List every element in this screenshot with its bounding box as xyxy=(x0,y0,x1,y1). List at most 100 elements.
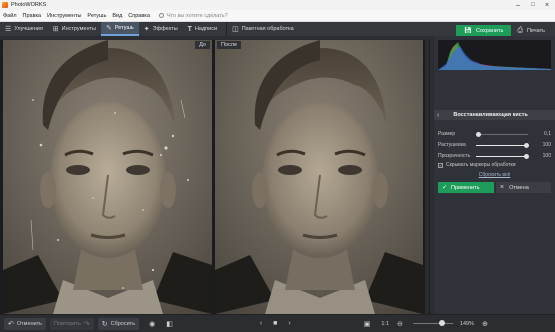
slider-value: 100 xyxy=(542,153,551,159)
tab-enhancements[interactable]: ☰ Улучшения xyxy=(0,22,48,36)
redo-icon: ↷ xyxy=(83,320,90,328)
checkbox-label: Скрывать маркеры обработки xyxy=(446,162,516,168)
slider-fill xyxy=(476,144,528,146)
zoom-1-1-button[interactable]: 1:1 xyxy=(377,318,393,330)
zoom-slider[interactable] xyxy=(412,320,453,326)
zoom-in-button[interactable]: ⊕ xyxy=(478,318,495,330)
app-logo-icon xyxy=(2,2,8,8)
tab-tools[interactable]: ⊞ Инструменты xyxy=(48,22,101,36)
feather-slider-row: Растушевка 100 xyxy=(438,141,551,149)
after-portrait-image xyxy=(215,40,423,314)
tab-label: Надписи xyxy=(194,26,218,32)
fit-screen-icon: ▣ xyxy=(363,320,371,328)
before-label: До xyxy=(195,41,210,49)
reset-icon: ↻ xyxy=(101,320,108,328)
before-photo[interactable]: До xyxy=(3,40,212,314)
batch-icon: ◫ xyxy=(232,26,239,33)
print-label: Печать xyxy=(526,27,545,34)
apply-button[interactable]: ✓ Применить xyxy=(438,182,494,193)
undo-label: Отменить xyxy=(16,320,43,327)
apply-label: Применить xyxy=(451,184,480,191)
window-title: PhotoWORKS xyxy=(11,2,47,8)
chevron-left-icon: ‹ xyxy=(259,320,263,327)
tab-label: Эффекты xyxy=(152,26,178,32)
reset-all-link[interactable]: Сбросить всё xyxy=(434,172,555,178)
checkbox-box[interactable]: ✓ xyxy=(438,162,443,168)
search-placeholder: Что вы хотите сделать? xyxy=(166,12,228,19)
close-icon: × xyxy=(500,184,505,191)
eye-icon: ◉ xyxy=(149,320,156,328)
next-image-button[interactable]: › xyxy=(284,318,297,330)
save-icon: 💾︎ xyxy=(464,28,473,34)
folder-icon: ■ xyxy=(273,320,278,327)
search-icon xyxy=(158,13,164,18)
brush-icon: ✎ xyxy=(105,25,112,32)
title-bar: PhotoWORKS – □ × xyxy=(0,0,555,10)
crop-icon: ⊞ xyxy=(52,26,59,33)
menu-tools[interactable]: Инструменты xyxy=(44,13,84,19)
maximize-icon[interactable]: □ xyxy=(526,0,540,10)
fit-to-screen-button[interactable]: ▣ xyxy=(360,318,378,330)
close-icon[interactable]: × xyxy=(540,0,554,10)
slider-label: Растушевка xyxy=(438,142,466,148)
size-slider[interactable] xyxy=(476,131,528,137)
tab-text[interactable]: T Надписи xyxy=(183,22,222,36)
canvas-scrollbar[interactable] xyxy=(425,40,429,314)
tab-label: Инструменты xyxy=(61,26,96,32)
split-view-icon: ◧ xyxy=(166,320,173,328)
cancel-button[interactable]: × Отмена xyxy=(496,182,551,193)
before-portrait-image xyxy=(3,40,212,314)
tab-label: Улучшения xyxy=(14,26,43,32)
menu-retouch[interactable]: Ретушь xyxy=(84,13,109,19)
zoom-out-button[interactable]: ⊖ xyxy=(393,318,410,330)
slider-knob[interactable] xyxy=(524,142,529,148)
tab-effects[interactable]: ✦ Эффекты xyxy=(139,22,183,36)
redo-button[interactable]: Повторить ↷ xyxy=(50,317,94,330)
canvas-area[interactable]: До После xyxy=(0,40,430,314)
tool-header: ‹ Восстанавливающая кисть xyxy=(434,110,555,120)
zoom-slider-knob[interactable] xyxy=(438,320,445,326)
search-box[interactable]: Что вы хотите сделать? xyxy=(158,12,228,19)
open-folder-button[interactable]: ■ xyxy=(269,318,284,330)
redo-label: Повторить xyxy=(54,320,81,327)
batch-processing-button[interactable]: ◫ Пакетная обработка xyxy=(226,22,299,36)
print-icon: ⎙ xyxy=(517,26,523,34)
zoom-ratio: 1:1 xyxy=(381,320,390,327)
zoom-percent: 149% xyxy=(459,320,474,327)
hide-markers-checkbox[interactable]: ✓ Скрывать маркеры обработки xyxy=(438,162,516,168)
reset-button[interactable]: ↻ Сбросить xyxy=(97,317,140,330)
slider-knob[interactable] xyxy=(524,153,529,159)
save-button[interactable]: 💾︎ Сохранить xyxy=(456,24,512,37)
zoom-out-icon: ⊖ xyxy=(397,320,403,328)
minimize-icon[interactable]: – xyxy=(511,0,525,10)
reset-label: Сбросить xyxy=(110,320,136,327)
check-icon: ✓ xyxy=(442,185,448,191)
print-button[interactable]: ⎙ Печать xyxy=(517,27,545,35)
batch-label: Пакетная обработка xyxy=(241,26,294,32)
split-view-button[interactable]: ◧ xyxy=(162,318,180,330)
slider-label: Размер xyxy=(438,131,456,137)
opacity-slider[interactable] xyxy=(476,153,529,159)
prev-image-button[interactable]: ‹ xyxy=(256,318,269,330)
undo-button[interactable]: ↶ Отменить xyxy=(4,317,47,330)
menu-edit[interactable]: Правка xyxy=(20,13,45,19)
zoom-percent-display: 149% xyxy=(456,318,478,330)
retouch-panel: ‹ Восстанавливающая кисть Размер 0,1 Рас… xyxy=(434,36,555,314)
slider-fill xyxy=(476,155,528,157)
back-arrow-icon[interactable]: ‹ xyxy=(437,112,439,119)
after-photo[interactable]: После xyxy=(215,40,423,314)
chevron-right-icon: › xyxy=(288,320,291,327)
menu-help[interactable]: Справка xyxy=(125,13,153,19)
menu-view[interactable]: Вид xyxy=(109,13,125,19)
opacity-slider-row: Прозрачность 100 xyxy=(438,152,551,160)
tool-title: Восстанавливающая кисть xyxy=(453,112,528,118)
tab-retouch[interactable]: ✎ Ретушь xyxy=(100,22,139,36)
slider-knob[interactable] xyxy=(476,131,481,137)
text-icon: T xyxy=(187,25,192,33)
magic-wand-icon: ✦ xyxy=(143,26,150,33)
zoom-in-icon: ⊕ xyxy=(481,320,488,328)
compare-eye-button[interactable]: ◉ xyxy=(145,318,162,330)
feather-slider[interactable] xyxy=(476,142,529,148)
menu-file[interactable]: Файл xyxy=(0,13,20,19)
menu-bar: Файл Правка Инструменты Ретушь Вид Справ… xyxy=(0,10,555,22)
